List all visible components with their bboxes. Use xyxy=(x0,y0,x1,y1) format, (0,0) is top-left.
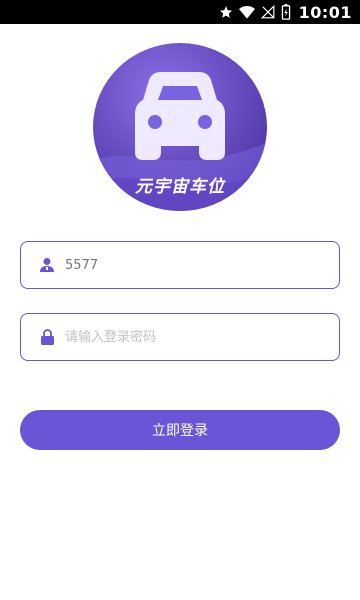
username-field[interactable] xyxy=(20,241,340,289)
battery-charging-icon xyxy=(281,4,291,20)
wifi-icon xyxy=(238,5,255,19)
password-field[interactable] xyxy=(20,313,340,361)
logo-text: 元宇宙车位 xyxy=(135,177,225,197)
password-input[interactable] xyxy=(65,322,339,352)
status-bar: 10:01 xyxy=(0,0,360,24)
app-logo: 元宇宙车位 xyxy=(91,42,269,212)
username-input[interactable] xyxy=(65,250,339,280)
no-signal-icon xyxy=(260,5,275,19)
login-button[interactable]: 立即登录 xyxy=(20,410,340,450)
clock: 10:01 xyxy=(298,2,352,22)
user-icon xyxy=(38,256,56,274)
lock-icon xyxy=(38,328,56,346)
star-icon xyxy=(219,5,233,19)
